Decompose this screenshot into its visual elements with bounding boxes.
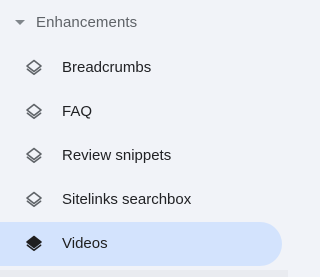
enhancements-section-header[interactable]: Enhancements	[0, 6, 282, 40]
sidebar-item-label: Videos	[62, 235, 108, 252]
sidebar-item-review-snippets[interactable]: Review snippets	[0, 134, 282, 178]
section-divider	[0, 270, 288, 277]
sidebar-item-label: Breadcrumbs	[62, 59, 152, 76]
sidebar-item-faq[interactable]: FAQ	[0, 90, 282, 134]
caret-down-icon[interactable]	[15, 20, 25, 25]
sidebar-item-label: Sitelinks searchbox	[62, 191, 192, 208]
layers-filled-icon	[24, 234, 44, 254]
layers-outline-icon	[24, 102, 44, 122]
layers-outline-icon	[24, 58, 44, 78]
sidebar-item-label: Review snippets	[62, 147, 172, 164]
layers-outline-icon	[24, 190, 44, 210]
sidebar-item-label: FAQ	[62, 103, 93, 120]
sidebar-item-sitelinks-searchbox[interactable]: Sitelinks searchbox	[0, 178, 282, 222]
sidebar-item-breadcrumbs[interactable]: Breadcrumbs	[0, 46, 282, 90]
sidebar-nav: Enhancements Breadcrumbs FAQ Review snip…	[0, 0, 288, 277]
sidebar-item-videos[interactable]: Videos	[0, 222, 282, 266]
section-label: Enhancements	[36, 14, 138, 31]
layers-outline-icon	[24, 146, 44, 166]
